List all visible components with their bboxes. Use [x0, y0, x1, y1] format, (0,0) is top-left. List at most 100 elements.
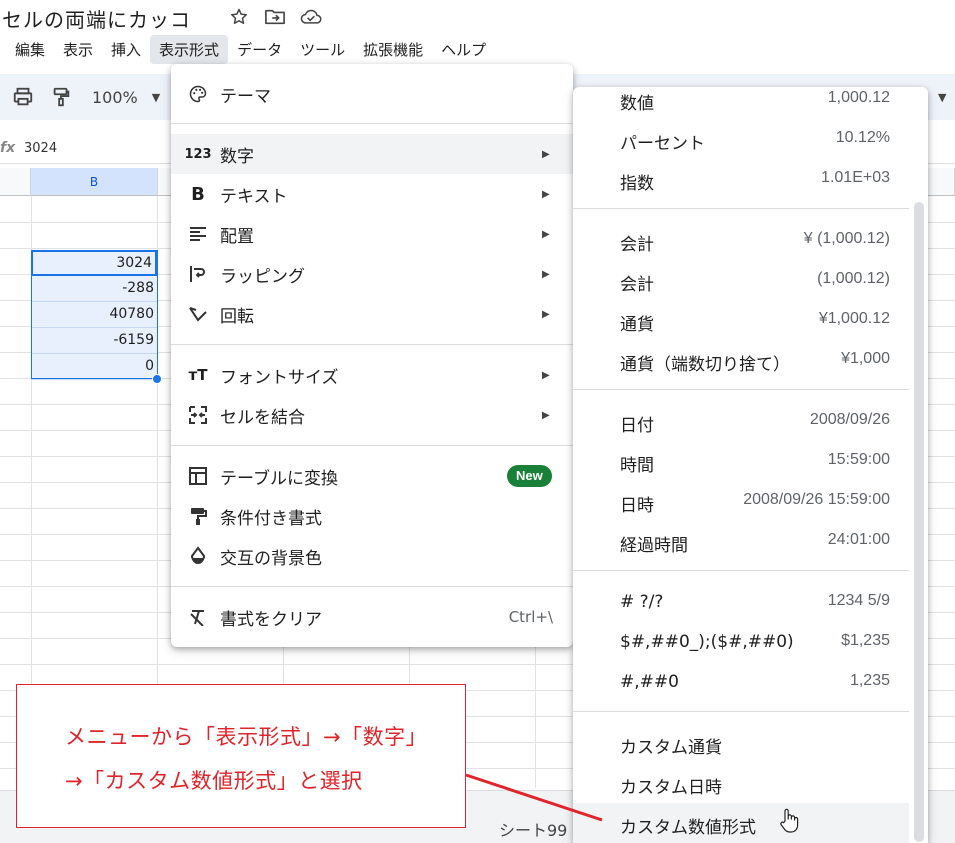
paint-format-icon[interactable] — [50, 84, 72, 110]
cloud-saved-icon[interactable] — [300, 6, 322, 28]
move-to-folder-icon[interactable] — [264, 6, 286, 28]
format-label: 通貨（端数切り捨て） — [620, 355, 790, 375]
table-icon — [187, 465, 209, 487]
menu-item-align[interactable]: 配置 ▶ — [171, 214, 573, 254]
menu-item-wrap[interactable]: ラッピング ▶ — [171, 254, 573, 294]
menu-item-label: ラッピング — [220, 266, 305, 287]
submenu-scrollbar[interactable] — [914, 202, 924, 842]
format-option[interactable]: 通貨（端数切り捨て） ¥1,000 — [573, 340, 909, 380]
annotation-line: メニューから「表示形式」→「数字」 — [65, 725, 428, 749]
menu-divider — [171, 344, 573, 345]
column-header-b[interactable]: B — [31, 168, 158, 196]
format-option-custom-number[interactable]: カスタム数値形式 — [573, 803, 909, 843]
format-example: 10.12% — [835, 129, 890, 146]
menu-view[interactable]: 表示 — [54, 35, 102, 64]
cell-b-value[interactable]: -288 — [31, 276, 157, 302]
menu-item-label: 配置 — [220, 226, 254, 247]
cell-b-value[interactable]: 40780 — [31, 302, 157, 328]
format-option[interactable]: 指数 1.01E+03 — [573, 159, 909, 199]
cell-b-value[interactable]: -6159 — [31, 328, 157, 354]
annotation-box: メニューから「表示形式」→「数字」 →「カスタム数値形式」と選択 — [16, 684, 466, 828]
menu-help[interactable]: ヘルプ — [432, 35, 495, 64]
zoom-select[interactable]: 100% ▼ — [92, 84, 160, 110]
merge-cells-icon — [187, 404, 209, 426]
menu-divider — [573, 208, 909, 209]
format-option[interactable]: 日付 2008/09/26 — [573, 401, 909, 441]
menu-edit[interactable]: 編集 — [6, 35, 54, 64]
format-label: 会計 — [620, 275, 654, 295]
formula-input[interactable]: 3024 — [24, 141, 57, 156]
format-example: ¥ (1,000.12) — [803, 230, 890, 247]
chevron-down-icon[interactable]: ▼ — [938, 84, 946, 110]
format-option[interactable]: $#,##0_);($#,##0) $1,235 — [573, 622, 909, 662]
title-bar: セルの両端にカッコ — [0, 0, 955, 34]
bold-icon: B — [191, 183, 205, 205]
format-option[interactable]: 日時 2008/09/26 15:59:00 — [573, 481, 909, 521]
menu-tools[interactable]: ツール — [291, 35, 354, 64]
format-option[interactable]: 会計 (1,000.12) — [573, 260, 909, 300]
menu-item-clear-formatting[interactable]: 書式をクリア Ctrl+\ — [171, 597, 573, 637]
menu-item-convert-table[interactable]: テーブルに変換 New — [171, 456, 573, 496]
format-label: 経過時間 — [620, 536, 688, 556]
menu-item-label: 書式をクリア — [220, 609, 322, 630]
format-example: ¥1,000.12 — [818, 310, 890, 327]
menu-item-number[interactable]: 123 数字 ▶ — [171, 134, 573, 174]
menu-item-label: テキスト — [220, 186, 288, 207]
palette-icon — [187, 83, 209, 105]
print-icon[interactable] — [12, 84, 34, 110]
format-option[interactable]: # ?/? 1234 5/9 — [573, 582, 909, 622]
column-header-a[interactable] — [0, 168, 31, 196]
submenu-arrow-icon: ▶ — [542, 228, 550, 240]
format-label: 指数 — [620, 174, 654, 194]
format-label: $#,##0_);($#,##0) — [620, 632, 794, 652]
menu-item-theme[interactable]: テーマ — [171, 74, 573, 114]
format-label: 日時 — [620, 496, 654, 516]
menu-item-label: 数字 — [220, 146, 254, 167]
menu-item-conditional-format[interactable]: 条件付き書式 — [171, 496, 573, 536]
menu-item-rotate[interactable]: 回転 ▶ — [171, 294, 573, 334]
format-label: 時間 — [620, 456, 654, 476]
format-example: 2008/09/26 15:59:00 — [743, 491, 890, 508]
format-example: ¥1,000 — [841, 350, 890, 367]
format-option[interactable]: 経過時間 24:01:00 — [573, 521, 909, 561]
submenu-arrow-icon: ▶ — [542, 268, 550, 280]
format-label: 会計 — [620, 235, 654, 255]
menu-extensions[interactable]: 拡張機能 — [354, 35, 432, 64]
format-example: 1.01E+03 — [821, 169, 890, 186]
menu-item-label: セルを結合 — [220, 407, 305, 428]
format-option[interactable]: 時間 15:59:00 — [573, 441, 909, 481]
menu-insert[interactable]: 挿入 — [102, 35, 150, 64]
format-option[interactable]: 数値 1,000.12 — [573, 87, 909, 119]
star-icon[interactable] — [228, 6, 250, 28]
format-option-custom-currency[interactable]: カスタム通貨 — [573, 723, 909, 763]
format-option[interactable]: 会計 ¥ (1,000.12) — [573, 220, 909, 260]
submenu-arrow-icon: ▶ — [542, 188, 550, 200]
cell-b-value[interactable]: 0 — [31, 354, 157, 380]
menu-bar: 編集 表示 挿入 表示形式 データ ツール 拡張機能 ヘルプ — [6, 34, 495, 64]
fill-handle[interactable] — [152, 374, 162, 384]
menu-data[interactable]: データ — [228, 35, 291, 64]
title-icons — [228, 6, 322, 28]
format-example: 24:01:00 — [827, 531, 890, 548]
menu-format[interactable]: 表示形式 — [150, 34, 229, 64]
menu-divider — [171, 123, 573, 124]
droplet-icon — [187, 545, 209, 567]
format-label: 日付 — [620, 416, 654, 436]
format-example: 1,000.12 — [827, 89, 890, 106]
menu-item-merge[interactable]: セルを結合 ▶ — [171, 395, 573, 435]
format-label: パーセント — [620, 134, 705, 154]
menu-item-font-size[interactable]: ᴛT フォントサイズ ▶ — [171, 355, 573, 395]
format-option[interactable]: #,##0 1,235 — [573, 662, 909, 702]
menu-item-alternating-colors[interactable]: 交互の背景色 — [171, 536, 573, 576]
chevron-down-icon: ▼ — [151, 90, 161, 104]
format-option-custom-datetime[interactable]: カスタム日時 — [573, 763, 909, 803]
format-option[interactable]: 通貨 ¥1,000.12 — [573, 300, 909, 340]
cell-b-value[interactable]: 3024 — [31, 250, 157, 276]
menu-item-text[interactable]: B テキスト ▶ — [171, 174, 573, 214]
document-title[interactable]: セルの両端にカッコ — [2, 4, 191, 33]
menu-item-label: 交互の背景色 — [220, 548, 322, 569]
sheet-tab[interactable]: シート99 — [499, 817, 567, 841]
format-option[interactable]: パーセント 10.12% — [573, 119, 909, 159]
format-label: # ?/? — [620, 592, 664, 612]
format-label: 数値 — [620, 94, 654, 114]
